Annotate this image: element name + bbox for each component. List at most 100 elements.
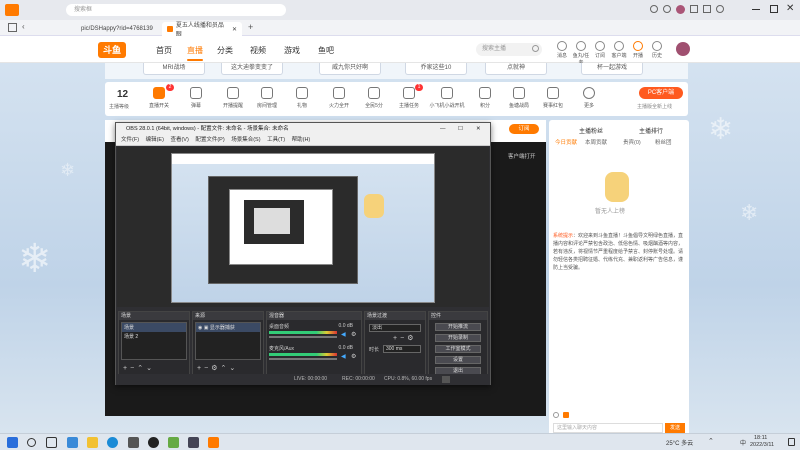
duration-input[interactable]: 300 ms: [383, 345, 421, 353]
tool-points[interactable]: 积分: [469, 87, 501, 109]
settings-icon[interactable]: [716, 5, 724, 13]
shirt-icon[interactable]: [690, 5, 698, 13]
tab-fanclub[interactable]: 粉丝团: [655, 138, 672, 146]
emoji-icon[interactable]: [553, 412, 559, 418]
gear-icon[interactable]: ⚙: [351, 353, 356, 360]
bookmark-icon[interactable]: [663, 5, 671, 13]
tab-active[interactable]: 夏五人线播和员品眼 ✕: [162, 22, 242, 38]
tab-vip[interactable]: 贵宾(0): [623, 138, 641, 146]
down-icon[interactable]: ⌄: [229, 365, 238, 372]
strip-item[interactable]: 乔家这些10: [405, 63, 467, 75]
strip-item[interactable]: MRI战场: [143, 63, 205, 75]
store-icon[interactable]: [128, 437, 139, 448]
tool-plane[interactable]: 小飞机小战开机: [427, 87, 467, 109]
nav-video[interactable]: 视频: [250, 45, 266, 56]
header-messages-icon[interactable]: 消息: [553, 41, 571, 59]
gear-icon[interactable]: ⚙: [407, 335, 416, 342]
client-open-link[interactable]: 客户端打开: [508, 152, 536, 160]
widgets-icon[interactable]: [67, 437, 78, 448]
transition-select[interactable]: 淡出: [369, 324, 421, 332]
obs-maximize-button[interactable]: ☐: [458, 123, 463, 135]
obs-menu-profile[interactable]: 配置文件(P): [195, 137, 224, 143]
new-tab-button[interactable]: +: [248, 23, 253, 32]
obs-menu-help[interactable]: 帮助(H): [292, 137, 311, 143]
settings-button[interactable]: 设置: [435, 356, 481, 364]
tool-score[interactable]: 全民5分: [358, 87, 390, 109]
speaker-icon[interactable]: ◀: [341, 331, 346, 338]
tool-pond[interactable]: 鱼塘战局: [503, 87, 535, 109]
down-icon[interactable]: ⌄: [146, 365, 155, 372]
obs-menu-file[interactable]: 文件(F): [121, 137, 139, 143]
obs-close-button[interactable]: ✕: [476, 123, 481, 135]
obs-minimize-button[interactable]: —: [440, 123, 446, 135]
eye-icon[interactable]: ◉: [198, 325, 202, 331]
chat-input[interactable]: 这里输入聊天内容: [553, 423, 663, 433]
tray-expand-icon[interactable]: ⌃: [708, 437, 714, 445]
volume-slider[interactable]: [269, 336, 337, 338]
tool-room-manage[interactable]: 房间管理: [251, 87, 283, 109]
gift-icon[interactable]: [703, 5, 711, 13]
app-icon[interactable]: [188, 437, 199, 448]
source-item[interactable]: ◉ ▣ 显示器捕获: [196, 323, 260, 332]
up-icon[interactable]: ⌃: [137, 365, 146, 372]
site-logo[interactable]: 斗鱼: [98, 42, 127, 58]
search-icon[interactable]: [27, 438, 36, 447]
app-icon[interactable]: [168, 437, 179, 448]
obs-preview[interactable]: [117, 147, 489, 307]
gear-icon[interactable]: ⚙: [351, 331, 356, 338]
pc-client-button[interactable]: PC客户端: [639, 87, 683, 99]
lock-icon[interactable]: ▣: [204, 325, 209, 331]
history-icon[interactable]: [650, 5, 658, 13]
home-icon[interactable]: [8, 23, 17, 32]
explorer-icon[interactable]: [87, 437, 98, 448]
tool-redpacket[interactable]: 赛事红包: [537, 87, 569, 109]
edge-icon[interactable]: [107, 437, 118, 448]
follow-button[interactable]: 订阅: [509, 124, 539, 134]
close-button[interactable]: ✕: [786, 3, 794, 14]
notification-icon[interactable]: [788, 438, 795, 446]
panel-title-rank[interactable]: 主播排行: [639, 126, 663, 135]
lang-indicator[interactable]: 中: [740, 438, 746, 447]
tool-more[interactable]: 更多: [573, 87, 605, 109]
nav-home[interactable]: 首页: [156, 45, 172, 56]
nav-fishbar[interactable]: 鱼吧: [318, 45, 334, 56]
avatar[interactable]: [676, 5, 685, 14]
clock-date[interactable]: 2022/3/11: [750, 442, 774, 448]
strip-item[interactable]: 这大迪拳变变了: [221, 63, 283, 75]
tab-close-icon[interactable]: ✕: [232, 26, 237, 33]
clock-time[interactable]: 18:11: [754, 435, 767, 441]
strip-item[interactable]: 杯一起游戏: [581, 63, 643, 75]
header-history-icon[interactable]: 历史: [648, 41, 666, 59]
obs-menu-view[interactable]: 查看(V): [170, 137, 188, 143]
start-streaming-button[interactable]: 开始推流: [435, 323, 481, 331]
speaker-icon[interactable]: ◀: [341, 353, 346, 360]
volume-slider[interactable]: [269, 358, 337, 360]
obs-menu-edit[interactable]: 编辑(E): [146, 137, 164, 143]
user-avatar[interactable]: [676, 42, 690, 56]
tool-remind[interactable]: 开播提醒: [217, 87, 249, 109]
nav-live[interactable]: 直播: [187, 45, 203, 61]
weather-widget[interactable]: 25°C 多云: [666, 438, 693, 447]
nav-category[interactable]: 分类: [217, 45, 233, 56]
send-button[interactable]: 发送: [665, 423, 685, 433]
header-follow-icon[interactable]: 订阅: [591, 41, 609, 59]
tool-danmaku[interactable]: 弹幕: [180, 87, 212, 109]
nav-game[interactable]: 游戏: [284, 45, 300, 56]
taskview-icon[interactable]: [46, 437, 57, 448]
start-recording-button[interactable]: 开始录制: [435, 334, 481, 342]
strip-item[interactable]: 威九你只好啊: [319, 63, 381, 75]
tab-today[interactable]: 今日贡献: [555, 138, 577, 146]
maximize-button[interactable]: [770, 5, 778, 13]
up-icon[interactable]: ⌃: [220, 365, 229, 372]
scene-item[interactable]: 场景 2: [122, 332, 186, 341]
tab-week[interactable]: 本周贡献: [585, 138, 607, 146]
back-icon[interactable]: ‹: [22, 22, 25, 31]
minimize-button[interactable]: [752, 9, 760, 10]
panel-title-fans[interactable]: 主播粉丝: [579, 126, 603, 135]
strip-item[interactable]: 点就神: [485, 63, 547, 75]
tool-fire[interactable]: 火力全开: [323, 87, 355, 109]
studio-mode-button[interactable]: 工作室模式: [435, 345, 481, 353]
obs-menu-scene-collection[interactable]: 场景集合(S): [231, 137, 260, 143]
tool-gift[interactable]: 礼物: [286, 87, 318, 109]
douyu-taskbar-icon[interactable]: [208, 437, 219, 448]
